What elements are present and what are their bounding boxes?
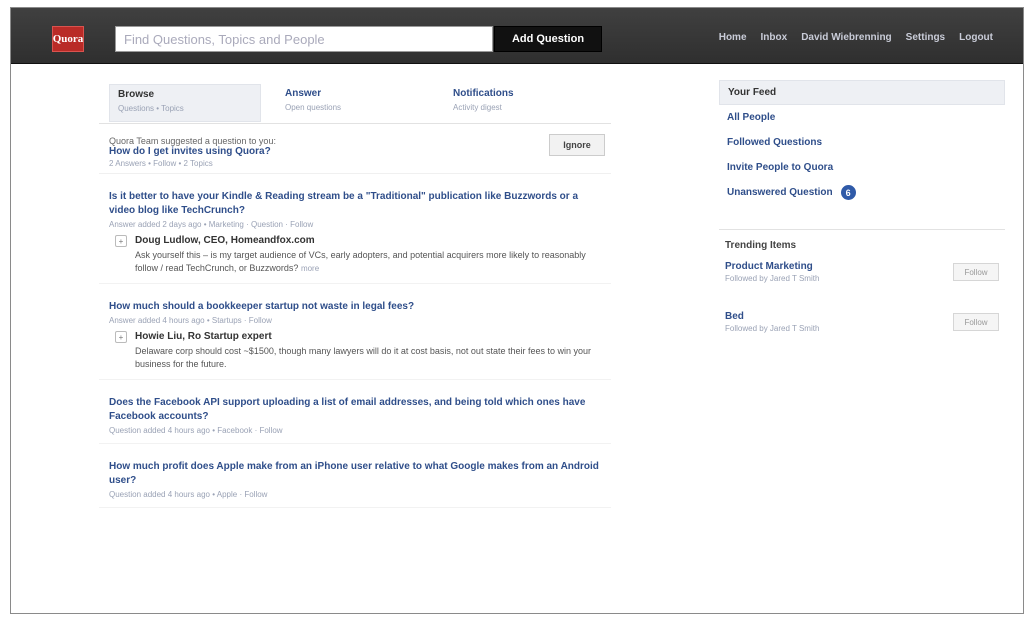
tab-answer[interactable]: Answer Open questions (277, 84, 429, 122)
tab-notifications[interactable]: Notifications Activity digest (445, 84, 597, 122)
feed-item: How much should a bookkeeper startup not… (99, 298, 611, 380)
answer-text: Ask yourself this – is my target audienc… (135, 250, 586, 273)
sidebar-item-label: Unanswered Question (727, 187, 833, 198)
sidebar-item-label: All People (727, 112, 776, 123)
sidebar-item-label: Invite People to Quora (727, 162, 834, 173)
upvote-icon[interactable]: + (115, 235, 127, 247)
question-meta: Answer added 4 hours ago • Startups · Fo… (109, 316, 272, 325)
sidebar-item-invite[interactable]: Invite People to Quora (719, 155, 1005, 180)
tab-browse[interactable]: Browse Questions • Topics (109, 84, 261, 122)
tab-title: Notifications (453, 88, 514, 99)
search-input[interactable] (124, 32, 484, 47)
nav-logout[interactable]: Logout (959, 32, 993, 43)
follow-button[interactable]: Follow (953, 263, 999, 281)
logo[interactable]: Quora (52, 26, 84, 52)
suggestion-meta: 2 Answers • Follow • 2 Topics (109, 159, 213, 168)
suggestion-note: Quora Team suggested a question to you: (109, 136, 276, 146)
more-link[interactable]: more (301, 264, 319, 273)
app-window: Quora Add Question Home Inbox David Wieb… (10, 7, 1024, 614)
trending-topic: Bed Followed by Jared T Smith Follow (719, 311, 1005, 351)
answer-author[interactable]: Doug Ludlow, CEO, Homeandfox.com (135, 235, 601, 246)
nav-inbox[interactable]: Inbox (761, 32, 788, 43)
trending-topic: Product Marketing Followed by Jared T Sm… (719, 261, 1005, 301)
trending-heading: Trending Items (725, 240, 797, 251)
question-meta: Answer added 2 days ago • Marketing · Qu… (109, 220, 314, 229)
answer-author[interactable]: Howie Liu, Ro Startup expert (135, 331, 601, 342)
question-meta: Question added 4 hours ago • Facebook · … (109, 426, 283, 435)
sidebar-nav: Your Feed All People Followed Questions … (719, 80, 1005, 205)
sidebar-item-followed-questions[interactable]: Followed Questions (719, 130, 1005, 155)
nav-home[interactable]: Home (719, 32, 747, 43)
nav-profile[interactable]: David Wiebrenning (801, 32, 891, 43)
tab-subtitle: Activity digest (453, 103, 502, 112)
question-link[interactable]: Is it better to have your Kindle & Readi… (109, 190, 601, 218)
add-question-button[interactable]: Add Question (494, 26, 602, 52)
ignore-button[interactable]: Ignore (549, 134, 605, 156)
trending-panel: Trending Items Product Marketing Followe… (719, 229, 1005, 351)
tab-title: Answer (285, 88, 322, 99)
suggestion-question-link[interactable]: How do I get invites using Quora? (109, 146, 601, 157)
main-column: Browse Questions • Topics Answer Open qu… (99, 78, 611, 508)
tab-subtitle: Open questions (285, 103, 342, 112)
feed-tabs: Browse Questions • Topics Answer Open qu… (99, 78, 611, 124)
count-badge: 6 (840, 185, 856, 200)
feed-item: Does the Facebook API support uploading … (99, 394, 611, 444)
sidebar-item-label: Followed Questions (727, 137, 823, 148)
answer-body: Ask yourself this – is my target audienc… (135, 249, 601, 275)
sidebar-item-your-feed[interactable]: Your Feed (719, 80, 1005, 105)
question-meta: Question added 4 hours ago • Apple · Fol… (109, 490, 268, 499)
nav-settings[interactable]: Settings (906, 32, 945, 43)
tab-subtitle: Questions • Topics (118, 104, 184, 113)
answer: + Doug Ludlow, CEO, Homeandfox.com Ask y… (109, 235, 601, 275)
answer-body: Delaware corp should cost ~$1500, though… (135, 346, 591, 369)
sidebar: Your Feed All People Followed Questions … (719, 80, 1005, 351)
follow-button[interactable]: Follow (953, 313, 999, 331)
suggestion-card: Quora Team suggested a question to you: … (99, 134, 611, 174)
search-box[interactable] (115, 26, 493, 52)
feed-item: Is it better to have your Kindle & Readi… (99, 188, 611, 284)
sidebar-item-label: Your Feed (728, 87, 777, 98)
question-link[interactable]: Does the Facebook API support uploading … (109, 396, 601, 424)
top-nav: Home Inbox David Wiebrenning Settings Lo… (719, 32, 993, 43)
top-bar: Quora Add Question Home Inbox David Wieb… (11, 8, 1023, 64)
upvote-icon[interactable]: + (115, 331, 127, 343)
tab-title: Browse (118, 89, 155, 100)
feed-item: How much profit does Apple make from an … (99, 458, 611, 508)
question-link[interactable]: How much should a bookkeeper startup not… (109, 300, 601, 314)
sidebar-item-all-people[interactable]: All People (719, 105, 1005, 130)
sidebar-item-unanswered[interactable]: Unanswered Question 6 (719, 180, 1005, 205)
answer: + Howie Liu, Ro Startup expert Delaware … (109, 331, 601, 371)
question-link[interactable]: How much profit does Apple make from an … (109, 460, 601, 488)
